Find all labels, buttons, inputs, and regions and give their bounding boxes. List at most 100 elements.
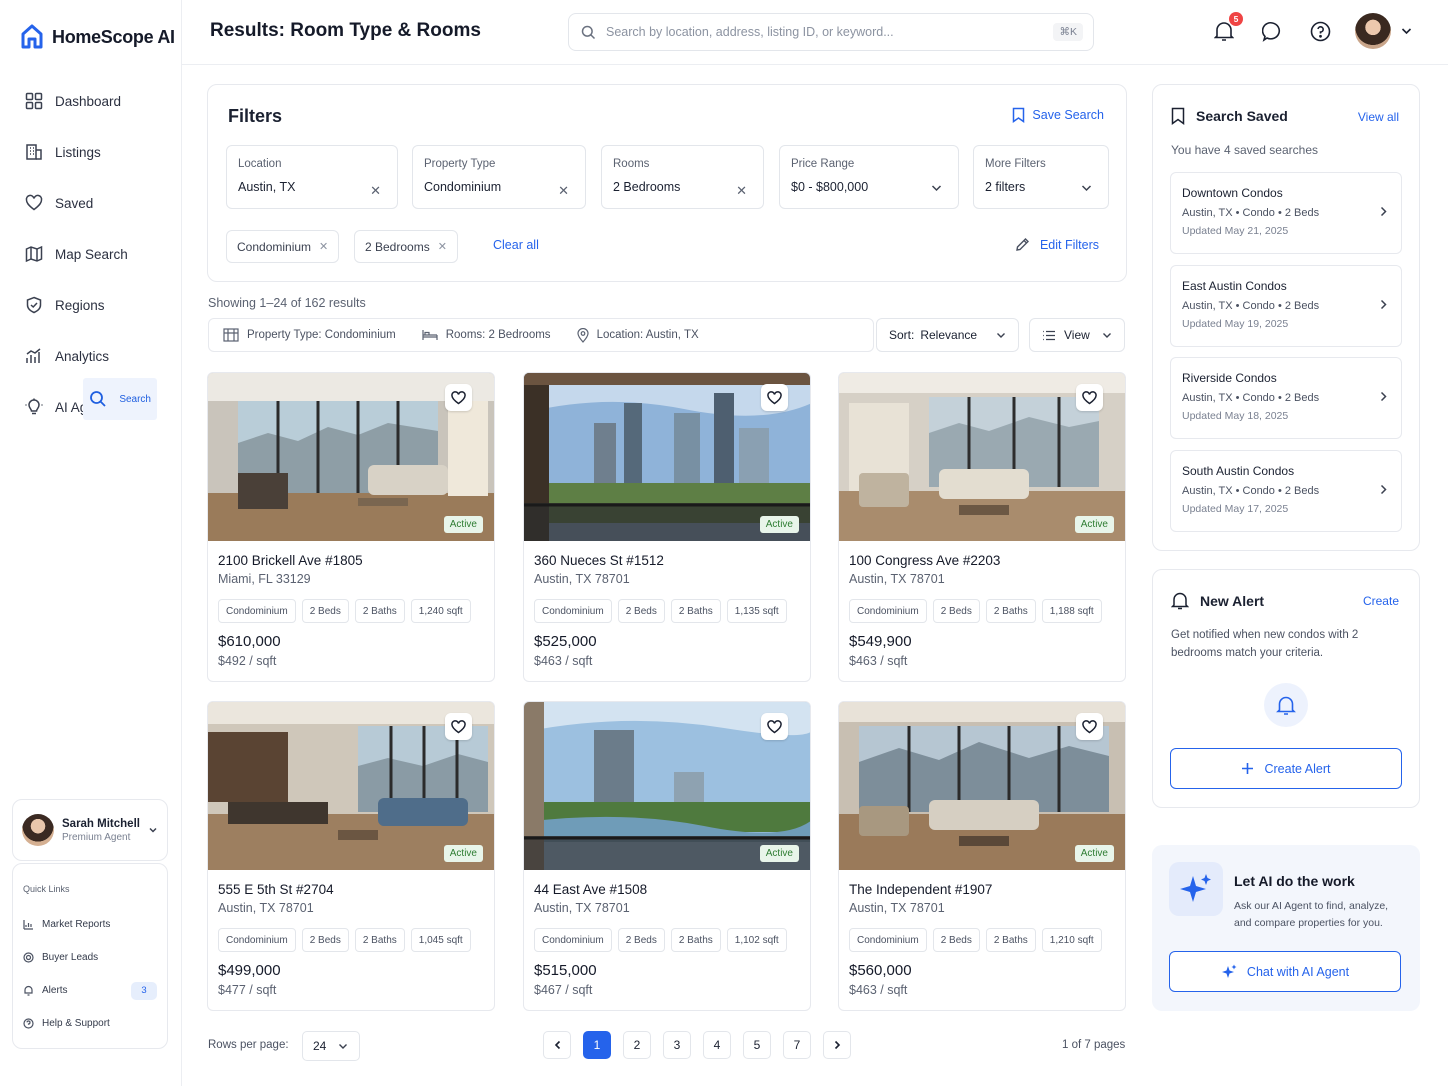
criteria-location: Location: Austin, TX	[576, 327, 699, 343]
chevron-down-icon[interactable]	[931, 184, 942, 192]
clear-all-link[interactable]: Clear all	[493, 238, 539, 252]
avatar[interactable]	[1355, 13, 1391, 49]
chat-icon[interactable]	[1262, 21, 1283, 42]
saved-search-item[interactable]: Riverside Condos Austin, TX • Condo • 2 …	[1170, 357, 1402, 439]
sidebar-item-regions[interactable]: Regions	[12, 284, 168, 326]
next-page-button[interactable]	[823, 1031, 851, 1059]
listing-photo[interactable]: Active	[208, 702, 494, 870]
active-filter-chip[interactable]: 2 Bedrooms ✕	[354, 230, 458, 263]
filter-more-filters[interactable]: More Filters 2 filters	[973, 145, 1109, 209]
listing-tags: Condominium 2 Beds 2 Baths 1,210 sqft	[849, 928, 1102, 952]
clear-icon[interactable]: ✕	[370, 183, 381, 199]
favorite-button[interactable]	[1076, 713, 1103, 740]
page-button[interactable]: 2	[623, 1031, 651, 1059]
building-icon	[223, 328, 239, 342]
saved-search-meta: Austin, TX • Condo • 2 Beds	[1182, 207, 1320, 219]
listing-photo[interactable]: Active	[524, 373, 810, 541]
favorite-button[interactable]	[1076, 384, 1103, 411]
favorite-button[interactable]	[445, 384, 472, 411]
filter-value: 2 Bedrooms	[613, 180, 681, 194]
rows-per-page-select[interactable]: 24	[302, 1031, 360, 1061]
chevron-down-icon[interactable]	[1081, 184, 1092, 192]
listing-card[interactable]: Active 555 E 5th St #2704 Austin, TX 787…	[207, 701, 495, 1011]
filter-rooms[interactable]: Rooms 2 Bedrooms ✕	[601, 145, 764, 209]
listing-photo[interactable]: Active	[524, 702, 810, 870]
notification-count-badge: 5	[1229, 12, 1243, 26]
quick-link-alerts[interactable]: Alerts 3	[23, 974, 157, 1007]
listing-card[interactable]: Active The Independent #1907 Austin, TX …	[838, 701, 1126, 1011]
tag-type: Condominium	[534, 928, 612, 952]
sidebar-item-search[interactable]: Search	[83, 378, 157, 420]
listing-photo[interactable]: Active	[839, 373, 1125, 541]
user-profile-card[interactable]: Sarah Mitchell Premium Agent	[12, 799, 168, 861]
sparkle-illustration	[1169, 862, 1223, 916]
quick-link-market-reports[interactable]: Market Reports	[23, 908, 157, 941]
saved-search-item[interactable]: South Austin Condos Austin, TX • Condo •…	[1170, 450, 1402, 532]
tag-sqft: 1,045 sqft	[410, 928, 471, 952]
view-all-link[interactable]: View all	[1358, 110, 1399, 124]
sidebar-item-map-search[interactable]: Map Search	[12, 233, 168, 275]
sidebar: HomeScope AI Dashboard Search Listings S…	[0, 0, 182, 1086]
chat-with-ai-button[interactable]: Chat with AI Agent	[1169, 951, 1401, 992]
save-search-button[interactable]: Save Search	[1012, 107, 1104, 123]
page-button[interactable]: 1	[583, 1031, 611, 1059]
view-dropdown[interactable]: View	[1029, 318, 1125, 352]
listing-card[interactable]: Active 360 Nueces St #1512 Austin, TX 78…	[523, 372, 811, 682]
listing-photo[interactable]: Active	[839, 702, 1125, 870]
favorite-button[interactable]	[445, 713, 472, 740]
saved-search-item[interactable]: East Austin Condos Austin, TX • Condo • …	[1170, 265, 1402, 347]
sidebar-item-listings[interactable]: Listings	[12, 131, 168, 173]
chevron-down-icon[interactable]	[1401, 27, 1412, 35]
quick-link-help-support[interactable]: Help & Support	[23, 1007, 157, 1040]
chevron-down-icon[interactable]	[148, 825, 158, 835]
filter-property-type[interactable]: Property Type Condominium ✕	[412, 145, 586, 209]
create-alert-link[interactable]: Create	[1363, 594, 1399, 608]
search-input[interactable]	[606, 25, 1044, 39]
app-logo[interactable]: HomeScope AI	[20, 24, 175, 50]
sidebar-item-analytics[interactable]: Analytics	[12, 335, 168, 377]
listing-card[interactable]: Active 2100 Brickell Ave #1805 Miami, FL…	[207, 372, 495, 682]
listing-photo[interactable]: Active	[208, 373, 494, 541]
tag-beds: 2 Beds	[301, 928, 349, 952]
clear-icon[interactable]: ✕	[736, 183, 747, 199]
new-alert-description: Get notified when new condos with 2 bedr…	[1171, 629, 1359, 659]
saved-search-name: South Austin Condos	[1182, 464, 1295, 478]
sidebar-item-saved[interactable]: Saved	[12, 182, 168, 224]
listing-address: 100 Congress Ave #2203	[849, 553, 1001, 568]
heart-icon	[1082, 719, 1097, 734]
quick-link-buyer-leads[interactable]: Buyer Leads	[23, 941, 157, 974]
create-alert-button[interactable]: Create Alert	[1170, 748, 1402, 789]
ai-promo-description: Ask our AI Agent to find, analyze, and c…	[1234, 900, 1389, 929]
prev-page-button[interactable]	[543, 1031, 571, 1059]
filter-label: Price Range	[791, 158, 855, 170]
saved-search-item[interactable]: Downtown Condos Austin, TX • Condo • 2 B…	[1170, 172, 1402, 254]
chevron-right-icon	[1380, 299, 1387, 310]
remove-chip-icon[interactable]: ✕	[319, 240, 328, 253]
bookmark-icon	[1171, 107, 1185, 125]
page-button[interactable]: 5	[743, 1031, 771, 1059]
status-badge: Active	[1074, 516, 1114, 533]
filter-location[interactable]: Location Austin, TX ✕	[226, 145, 398, 209]
status-badge: Active	[443, 845, 483, 862]
sidebar-item-dashboard[interactable]: Dashboard	[12, 80, 168, 122]
listing-card[interactable]: Active 100 Congress Ave #2203 Austin, TX…	[838, 372, 1126, 682]
rows-per-page-value: 24	[313, 1039, 327, 1053]
bed-icon	[422, 329, 438, 341]
listing-price-per-sqft: $463 / sqft	[534, 654, 593, 668]
saved-search-meta: Austin, TX • Condo • 2 Beds	[1182, 485, 1320, 497]
edit-filters-button[interactable]: Edit Filters	[1015, 237, 1099, 252]
page-button[interactable]: 3	[663, 1031, 691, 1059]
favorite-button[interactable]	[761, 713, 788, 740]
listing-card[interactable]: Active 44 East Ave #1508 Austin, TX 7870…	[523, 701, 811, 1011]
favorite-button[interactable]	[761, 384, 788, 411]
global-search[interactable]: ⌘K	[568, 13, 1094, 51]
help-icon[interactable]	[1310, 21, 1331, 42]
page-button[interactable]: 7	[783, 1031, 811, 1059]
sort-dropdown[interactable]: Sort: Relevance	[876, 318, 1019, 352]
heart-icon	[451, 719, 466, 734]
clear-icon[interactable]: ✕	[558, 183, 569, 199]
active-filter-chip[interactable]: Condominium ✕	[226, 230, 340, 263]
filter-price-range[interactable]: Price Range $0 - $800,000	[779, 145, 959, 209]
remove-chip-icon[interactable]: ✕	[438, 240, 447, 253]
page-button[interactable]: 4	[703, 1031, 731, 1059]
